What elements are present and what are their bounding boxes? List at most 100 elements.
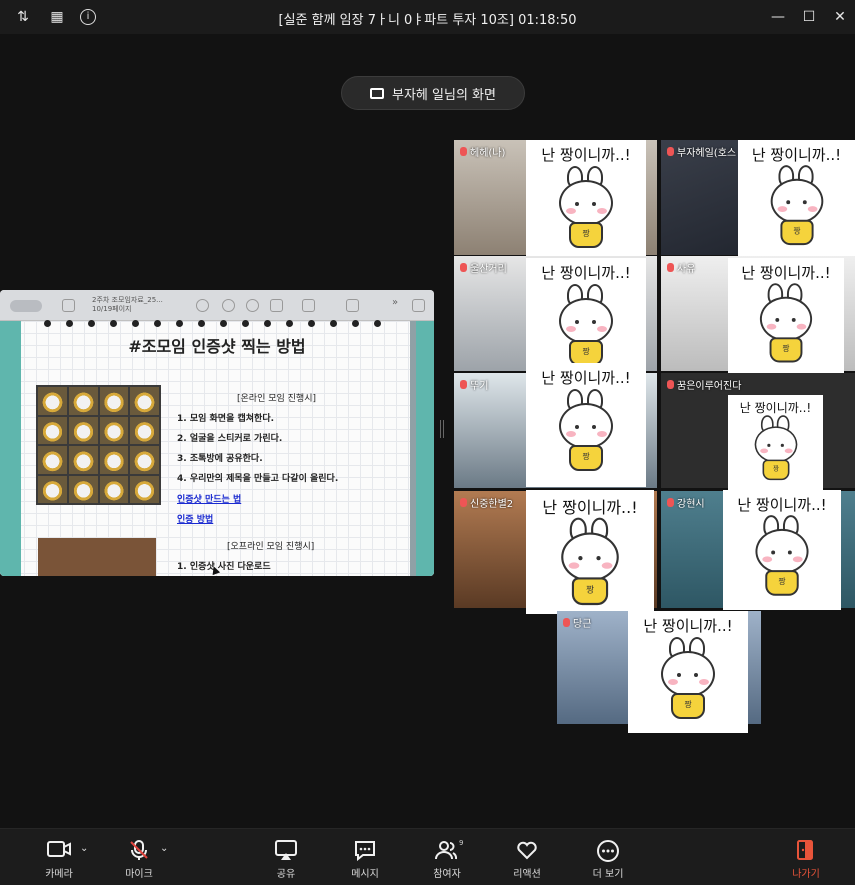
more-button[interactable]: 더 보기 [573,829,643,885]
reaction-button[interactable]: 리액션 [492,829,562,885]
binding-ring [330,320,337,327]
camera-button[interactable]: 카메라 [24,829,94,885]
bunny-figure: 짱 [555,517,625,607]
bunny-shirt: 짱 [671,693,705,719]
binding-ring [286,320,293,327]
document-title: #조모임 인증샷 찍는 방법 [128,337,306,356]
mic-options-chevron-icon[interactable]: ⌄ [160,843,168,854]
bunny-eye [575,202,579,206]
camera-label: 카메라 [45,869,73,880]
file-page-text: 10/19페이지 [92,305,132,313]
shared-screen[interactable]: 2주차 조모임자료_25... 10/19페이지 » #조모임 인증샷 찍는 방… [0,290,434,576]
participant-name: 헤헤(나) [460,144,505,159]
bunny-shirt: 짱 [569,445,603,471]
participant-name-text: 헤헤(나) [470,148,506,159]
step-4: 4. 우리만의 제목을 만들고 다같이 올린다. [177,474,339,484]
bunny-cheek [762,556,773,563]
mic-muted-icon [667,380,674,389]
binding-ring [88,320,95,327]
maximize-icon[interactable]: ☐ [800,8,818,26]
bunny-shirt: 짱 [769,337,803,363]
participant-name: 사유 [667,260,695,275]
bunny-cheek [784,448,793,454]
chat-bubble-icon [330,839,400,862]
leave-icon [771,839,841,861]
close-icon[interactable]: ✕ [831,8,849,26]
participant-name-text: 뚜기 [470,381,489,392]
bunny-cheek [668,679,678,685]
bunny-sticker: 난 짱이니까..! 짱 [628,611,748,733]
bunny-cheek [699,679,709,685]
bunny-eye [596,556,601,561]
share-label: 공유 [276,869,296,880]
message-label: 메시지 [351,869,379,880]
mic-muted-icon [667,498,674,507]
bunny-cheek [807,206,817,212]
participant-name: 울산거리 [460,260,507,275]
mic-muted-icon [460,263,467,272]
window-title: [실준 함께 임장 7ㅏ니 0ㅑ파트 투자 10조] 01:18:50 [278,13,577,28]
search-icon [412,299,425,312]
binding-ring [264,320,271,327]
bunny-shirt: 짱 [762,459,789,481]
link-how-to-make[interactable]: 인증샷 만드는 법 [177,492,241,505]
bunny-sticker: 난 짱이니까..! 짱 [526,490,654,614]
bunny-eye [592,425,596,429]
mic-muted-icon [460,380,467,389]
offline-step-1: 1. 인증샷 사진 다운로드 [177,562,271,572]
bunny-eye [578,556,583,561]
participants-label: 참여자 [433,869,461,880]
info-icon [196,299,209,312]
screen-share-banner[interactable]: 부자헤 일님의 화면 [341,76,525,110]
bunny-head [754,426,797,463]
link-verification-method[interactable]: 인증 방법 [177,512,213,525]
bunny-eye [771,550,776,555]
participant-name-text: 당근 [573,619,592,630]
page-border-right [416,321,434,576]
viewer-toolbar: 2주차 조모임자료_25... 10/19페이지 » [0,290,434,321]
mic-muted-icon [667,147,674,156]
bunny-cheek [759,448,768,454]
participant-name: 신중한별2 [460,495,513,510]
bunny-shirt: 짱 [571,577,609,606]
mic-button[interactable]: 마이크 [104,829,174,885]
bunny-shirt: 짱 [779,219,814,246]
bunny-eye [780,443,784,447]
leave-button[interactable]: 나가기 [771,829,841,885]
bunny-cheek [566,326,576,332]
share-button[interactable]: 공유 [251,829,321,885]
bunny-eye [775,318,780,322]
bunny-shirt: 짱 [765,570,799,596]
mic-muted-icon [460,498,467,507]
camera-options-chevron-icon[interactable]: ⌄ [80,843,88,854]
bunny-shirt: 짱 [569,222,603,248]
participants-button[interactable]: 9 참여자 [412,829,482,885]
bunny-head [770,178,823,224]
screen-share-label: 부자헤 일님의 화면 [392,87,496,103]
minimize-icon[interactable]: — [769,8,787,26]
panel-resize-handle[interactable] [440,420,444,438]
participant-name-text: 신중한별2 [470,499,514,510]
rotate-icon [346,299,359,312]
bunny-cheek [566,208,576,214]
markup-icon [302,299,315,312]
message-button[interactable]: 메시지 [330,829,400,885]
participant-name: 강현시 [667,495,705,510]
bunny-figure: 짱 [750,515,815,598]
mic-muted-icon [563,618,570,627]
share-icon [270,299,283,312]
bunny-eye [575,425,579,429]
online-heading: [온라인 모임 진행시] [237,394,316,404]
bunny-figure: 짱 [764,165,828,247]
binding-ring [44,320,51,327]
bunny-eye [785,200,790,205]
step-3: 3. 조톡방에 공유한다. [177,454,263,464]
participant-name: 뚜기 [460,377,488,392]
bunny-cheek [792,556,803,563]
document-page: #조모임 인증샷 찍는 방법 [온라인 모임 진행시] 1. 모임 화면을 캡쳐… [0,320,434,576]
participant-name-text: 사유 [677,264,696,275]
bunny-cheek [597,208,607,214]
bunny-eye [677,673,681,677]
sticker-caption: 난 짱이니까..! [751,146,842,164]
bunny-eye [575,320,579,324]
